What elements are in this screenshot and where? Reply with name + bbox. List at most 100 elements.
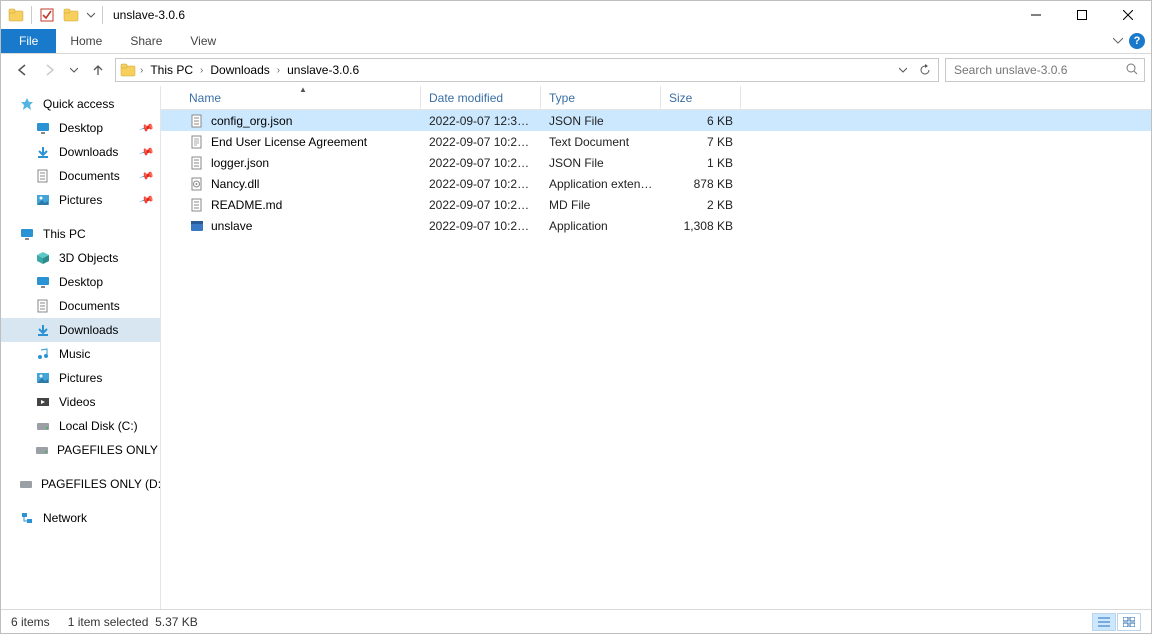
minimize-button[interactable] bbox=[1013, 1, 1059, 29]
ribbon-tab-home[interactable]: Home bbox=[56, 29, 116, 53]
chevron-right-icon[interactable]: › bbox=[200, 65, 203, 76]
doc-icon bbox=[35, 298, 51, 314]
file-name: End User License Agreement bbox=[211, 135, 367, 149]
sidebar-item-documents[interactable]: Documents📌 bbox=[1, 164, 160, 188]
sidebar-item-pagefiles-only-d[interactable]: PAGEFILES ONLY (D bbox=[1, 438, 160, 462]
nav-forward-button[interactable] bbox=[39, 58, 61, 82]
file-date: 2022-09-07 10:29 ... bbox=[421, 135, 541, 149]
column-type[interactable]: Type bbox=[541, 86, 661, 109]
nav-row: › This PC › Downloads › unslave-3.0.6 bbox=[1, 54, 1151, 86]
cube-icon bbox=[35, 250, 51, 266]
search-input[interactable] bbox=[952, 62, 1126, 78]
sidebar-this-pc[interactable]: This PC bbox=[1, 222, 160, 246]
sidebar-item-label: Desktop bbox=[59, 275, 103, 289]
search-box[interactable] bbox=[945, 58, 1145, 82]
pin-icon: 📌 bbox=[138, 144, 154, 160]
sidebar-item-pictures[interactable]: Pictures bbox=[1, 366, 160, 390]
sidebar-quick-access[interactable]: Quick access bbox=[1, 92, 160, 116]
file-size: 7 KB bbox=[661, 135, 741, 149]
file-row[interactable]: End User License Agreement 2022-09-07 10:… bbox=[161, 131, 1151, 152]
sort-ascending-icon: ▲ bbox=[299, 85, 307, 94]
file-type: MD File bbox=[541, 198, 661, 212]
nav-up-button[interactable] bbox=[87, 58, 109, 82]
qat-dropdown-icon[interactable] bbox=[84, 4, 98, 26]
file-date: 2022-09-07 12:37 ... bbox=[421, 114, 541, 128]
address-dropdown-icon[interactable] bbox=[892, 59, 914, 81]
ribbon-tab-view[interactable]: View bbox=[176, 29, 230, 53]
sidebar-item-documents[interactable]: Documents bbox=[1, 294, 160, 318]
file-date: 2022-09-07 10:29 ... bbox=[421, 198, 541, 212]
sidebar-item-downloads[interactable]: Downloads bbox=[1, 318, 160, 342]
ribbon: File Home Share View ? bbox=[1, 29, 1151, 54]
file-row[interactable]: config_org.json2022-09-07 12:37 ...JSON … bbox=[161, 110, 1151, 131]
nav-back-button[interactable] bbox=[11, 58, 33, 82]
breadcrumb-current[interactable]: unslave-3.0.6 bbox=[284, 63, 362, 77]
sidebar-item-label: Music bbox=[59, 347, 90, 361]
sidebar-item-3d-objects[interactable]: 3D Objects bbox=[1, 246, 160, 270]
chevron-right-icon[interactable]: › bbox=[277, 65, 280, 76]
pin-icon: 📌 bbox=[138, 120, 154, 136]
navigation-sidebar: Quick access Desktop📌Downloads📌Documents… bbox=[1, 86, 161, 609]
ribbon-expand-icon[interactable] bbox=[1113, 34, 1123, 48]
file-row[interactable]: logger.json2022-09-07 10:29 ...JSON File… bbox=[161, 152, 1151, 173]
monitor-icon bbox=[19, 226, 35, 242]
refresh-icon[interactable] bbox=[914, 59, 936, 81]
ribbon-tab-file[interactable]: File bbox=[1, 29, 56, 53]
sidebar-item-label: Local Disk (C:) bbox=[59, 419, 138, 433]
help-icon[interactable]: ? bbox=[1129, 33, 1145, 49]
maximize-button[interactable] bbox=[1059, 1, 1105, 29]
file-type: Application extens... bbox=[541, 177, 661, 191]
close-button[interactable] bbox=[1105, 1, 1151, 29]
sidebar-item-pictures[interactable]: Pictures📌 bbox=[1, 188, 160, 212]
file-name: logger.json bbox=[211, 156, 269, 170]
file-row[interactable]: README.md2022-09-07 10:29 ...MD File2 KB bbox=[161, 194, 1151, 215]
qat-folder-icon[interactable] bbox=[60, 4, 82, 26]
disk-icon bbox=[19, 476, 33, 492]
qat-separator bbox=[31, 6, 32, 24]
address-bar[interactable]: › This PC › Downloads › unslave-3.0.6 bbox=[115, 58, 939, 82]
pin-icon: 📌 bbox=[138, 192, 154, 208]
down-icon bbox=[35, 322, 51, 338]
sidebar-network[interactable]: Network bbox=[1, 506, 160, 530]
file-size: 1 KB bbox=[661, 156, 741, 170]
file-date: 2022-09-07 10:29 ... bbox=[421, 156, 541, 170]
column-size[interactable]: Size bbox=[661, 86, 741, 109]
ribbon-tab-share[interactable]: Share bbox=[116, 29, 176, 53]
breadcrumb-downloads[interactable]: Downloads bbox=[207, 63, 272, 77]
file-row[interactable]: Nancy.dll2022-09-07 10:29 ...Application… bbox=[161, 173, 1151, 194]
pic-icon bbox=[35, 192, 51, 208]
file-type-icon bbox=[189, 155, 205, 171]
file-row[interactable]: unslave2022-09-07 10:29 ...Application1,… bbox=[161, 215, 1151, 236]
sidebar-item-desktop[interactable]: Desktop📌 bbox=[1, 116, 160, 140]
sidebar-item-label: Downloads bbox=[59, 145, 118, 159]
view-details-button[interactable] bbox=[1092, 613, 1116, 631]
status-bar: 6 items 1 item selected 5.37 KB bbox=[1, 609, 1151, 633]
sidebar-item-label: 3D Objects bbox=[59, 251, 118, 265]
pic-icon bbox=[35, 370, 51, 386]
qat-properties-icon[interactable] bbox=[36, 4, 58, 26]
sidebar-item-desktop[interactable]: Desktop bbox=[1, 270, 160, 294]
column-date[interactable]: Date modified bbox=[421, 86, 541, 109]
file-date: 2022-09-07 10:29 ... bbox=[421, 219, 541, 233]
sidebar-item-downloads[interactable]: Downloads 📌 bbox=[1, 140, 160, 164]
search-icon[interactable] bbox=[1126, 63, 1138, 78]
nav-recent-dropdown[interactable] bbox=[67, 58, 81, 82]
sidebar-item-videos[interactable]: Videos bbox=[1, 390, 160, 414]
breadcrumb-this-pc[interactable]: This PC bbox=[147, 63, 196, 77]
sidebar-item-label: Videos bbox=[59, 395, 95, 409]
column-name[interactable]: Name ▲ bbox=[181, 86, 421, 109]
explorer-window: unslave-3.0.6 File Home Share View ? › T… bbox=[0, 0, 1152, 634]
chevron-right-icon[interactable]: › bbox=[140, 65, 143, 76]
view-icons-button[interactable] bbox=[1117, 613, 1141, 631]
view-toggle bbox=[1092, 613, 1141, 631]
sidebar-item-local-disk-c-[interactable]: Local Disk (C:) bbox=[1, 414, 160, 438]
file-type-icon bbox=[189, 197, 205, 213]
file-type: Application bbox=[541, 219, 661, 233]
star-icon bbox=[19, 96, 35, 112]
window-title: unslave-3.0.6 bbox=[113, 8, 185, 22]
sidebar-extra-drive[interactable]: PAGEFILES ONLY (D:) bbox=[1, 472, 160, 496]
file-list[interactable]: config_org.json2022-09-07 12:37 ...JSON … bbox=[161, 110, 1151, 609]
sidebar-item-label: PAGEFILES ONLY (D bbox=[57, 443, 161, 457]
sidebar-item-music[interactable]: Music bbox=[1, 342, 160, 366]
sidebar-item-label: Documents bbox=[59, 299, 120, 313]
